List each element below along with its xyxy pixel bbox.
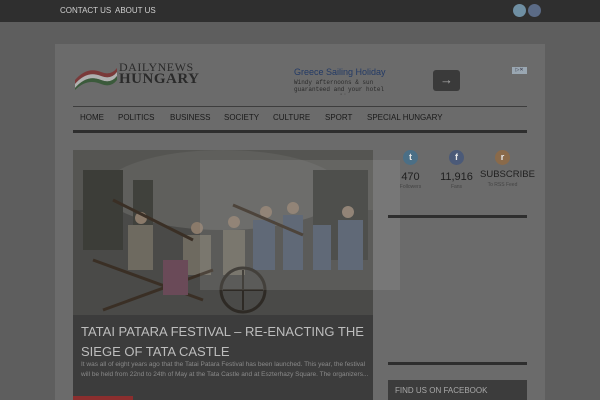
hungary-flag-icon <box>75 68 117 90</box>
rss-subscribe-stat[interactable]: r SUBSCRIBE To RSS Feed <box>480 150 535 210</box>
top-bar: CONTACT US ABOUT US <box>0 0 600 22</box>
rss-icon: r <box>495 150 510 165</box>
twitter-icon[interactable] <box>513 4 526 17</box>
sidebar-divider-1 <box>388 215 527 218</box>
twitter-followers-stat[interactable]: t 470 Followers <box>388 150 433 210</box>
contact-us-link[interactable]: CONTACT US <box>60 6 111 15</box>
facebook-widget: FIND US ON FACEBOOK <box>388 380 527 400</box>
featured-article-excerpt: It was all of eight years ago that the T… <box>81 361 369 378</box>
facebook-icon: f <box>449 150 464 165</box>
twitter-followers-label: Followers <box>399 184 422 190</box>
logo-text-hungary: HUNGARY <box>119 71 200 87</box>
nav-bottom-divider <box>73 130 527 133</box>
nav-item-politics[interactable]: POLITICS <box>118 113 154 122</box>
nav-item-sport[interactable]: SPORT <box>325 113 352 122</box>
nav-item-society[interactable]: SOCIETY <box>224 113 259 122</box>
ad-title-link[interactable]: Greece Sailing Holiday <box>294 67 386 77</box>
facebook-fans-count: 11,916 <box>440 171 473 183</box>
featured-article-title[interactable]: TATAI PATARA FESTIVAL – RE-ENACTING THE … <box>81 322 371 362</box>
nav-item-business[interactable]: BUSINESS <box>170 113 210 122</box>
ad-choices-badge[interactable]: ▷✕ <box>512 67 527 74</box>
nav-item-home[interactable]: HOME <box>80 113 104 122</box>
facebook-widget-title: FIND US ON FACEBOOK <box>395 386 488 395</box>
facebook-fans-label: Fans <box>450 184 463 190</box>
facebook-fans-stat[interactable]: f 11,916 Fans <box>434 150 479 210</box>
nav-item-culture[interactable]: CULTURE <box>273 113 310 122</box>
site-logo[interactable]: DAILYNEWS HUNGARY <box>73 60 203 90</box>
about-us-link[interactable]: ABOUT US <box>115 6 156 15</box>
category-bar <box>73 396 133 400</box>
arrow-right-icon[interactable]: → <box>433 70 460 91</box>
sidebar-divider-2 <box>388 362 527 365</box>
ad-pager-dots[interactable]: ▪ ▫ <box>340 92 346 98</box>
main-nav: HOME POLITICS BUSINESS SOCIETY CULTURE S… <box>73 107 527 129</box>
nav-item-special-hungary[interactable]: SPECIAL HUNGARY <box>367 113 443 122</box>
rss-subscribe-label: SUBSCRIBE <box>480 169 535 180</box>
twitter-followers-count: 470 <box>401 171 420 183</box>
rss-feed-label: To RSS Feed <box>487 182 518 188</box>
overlay-panel <box>200 160 400 290</box>
facebook-icon[interactable] <box>528 4 541 17</box>
ad-text: Windy afternoons & sun guaranteed and yo… <box>294 79 385 93</box>
twitter-icon: t <box>403 150 418 165</box>
